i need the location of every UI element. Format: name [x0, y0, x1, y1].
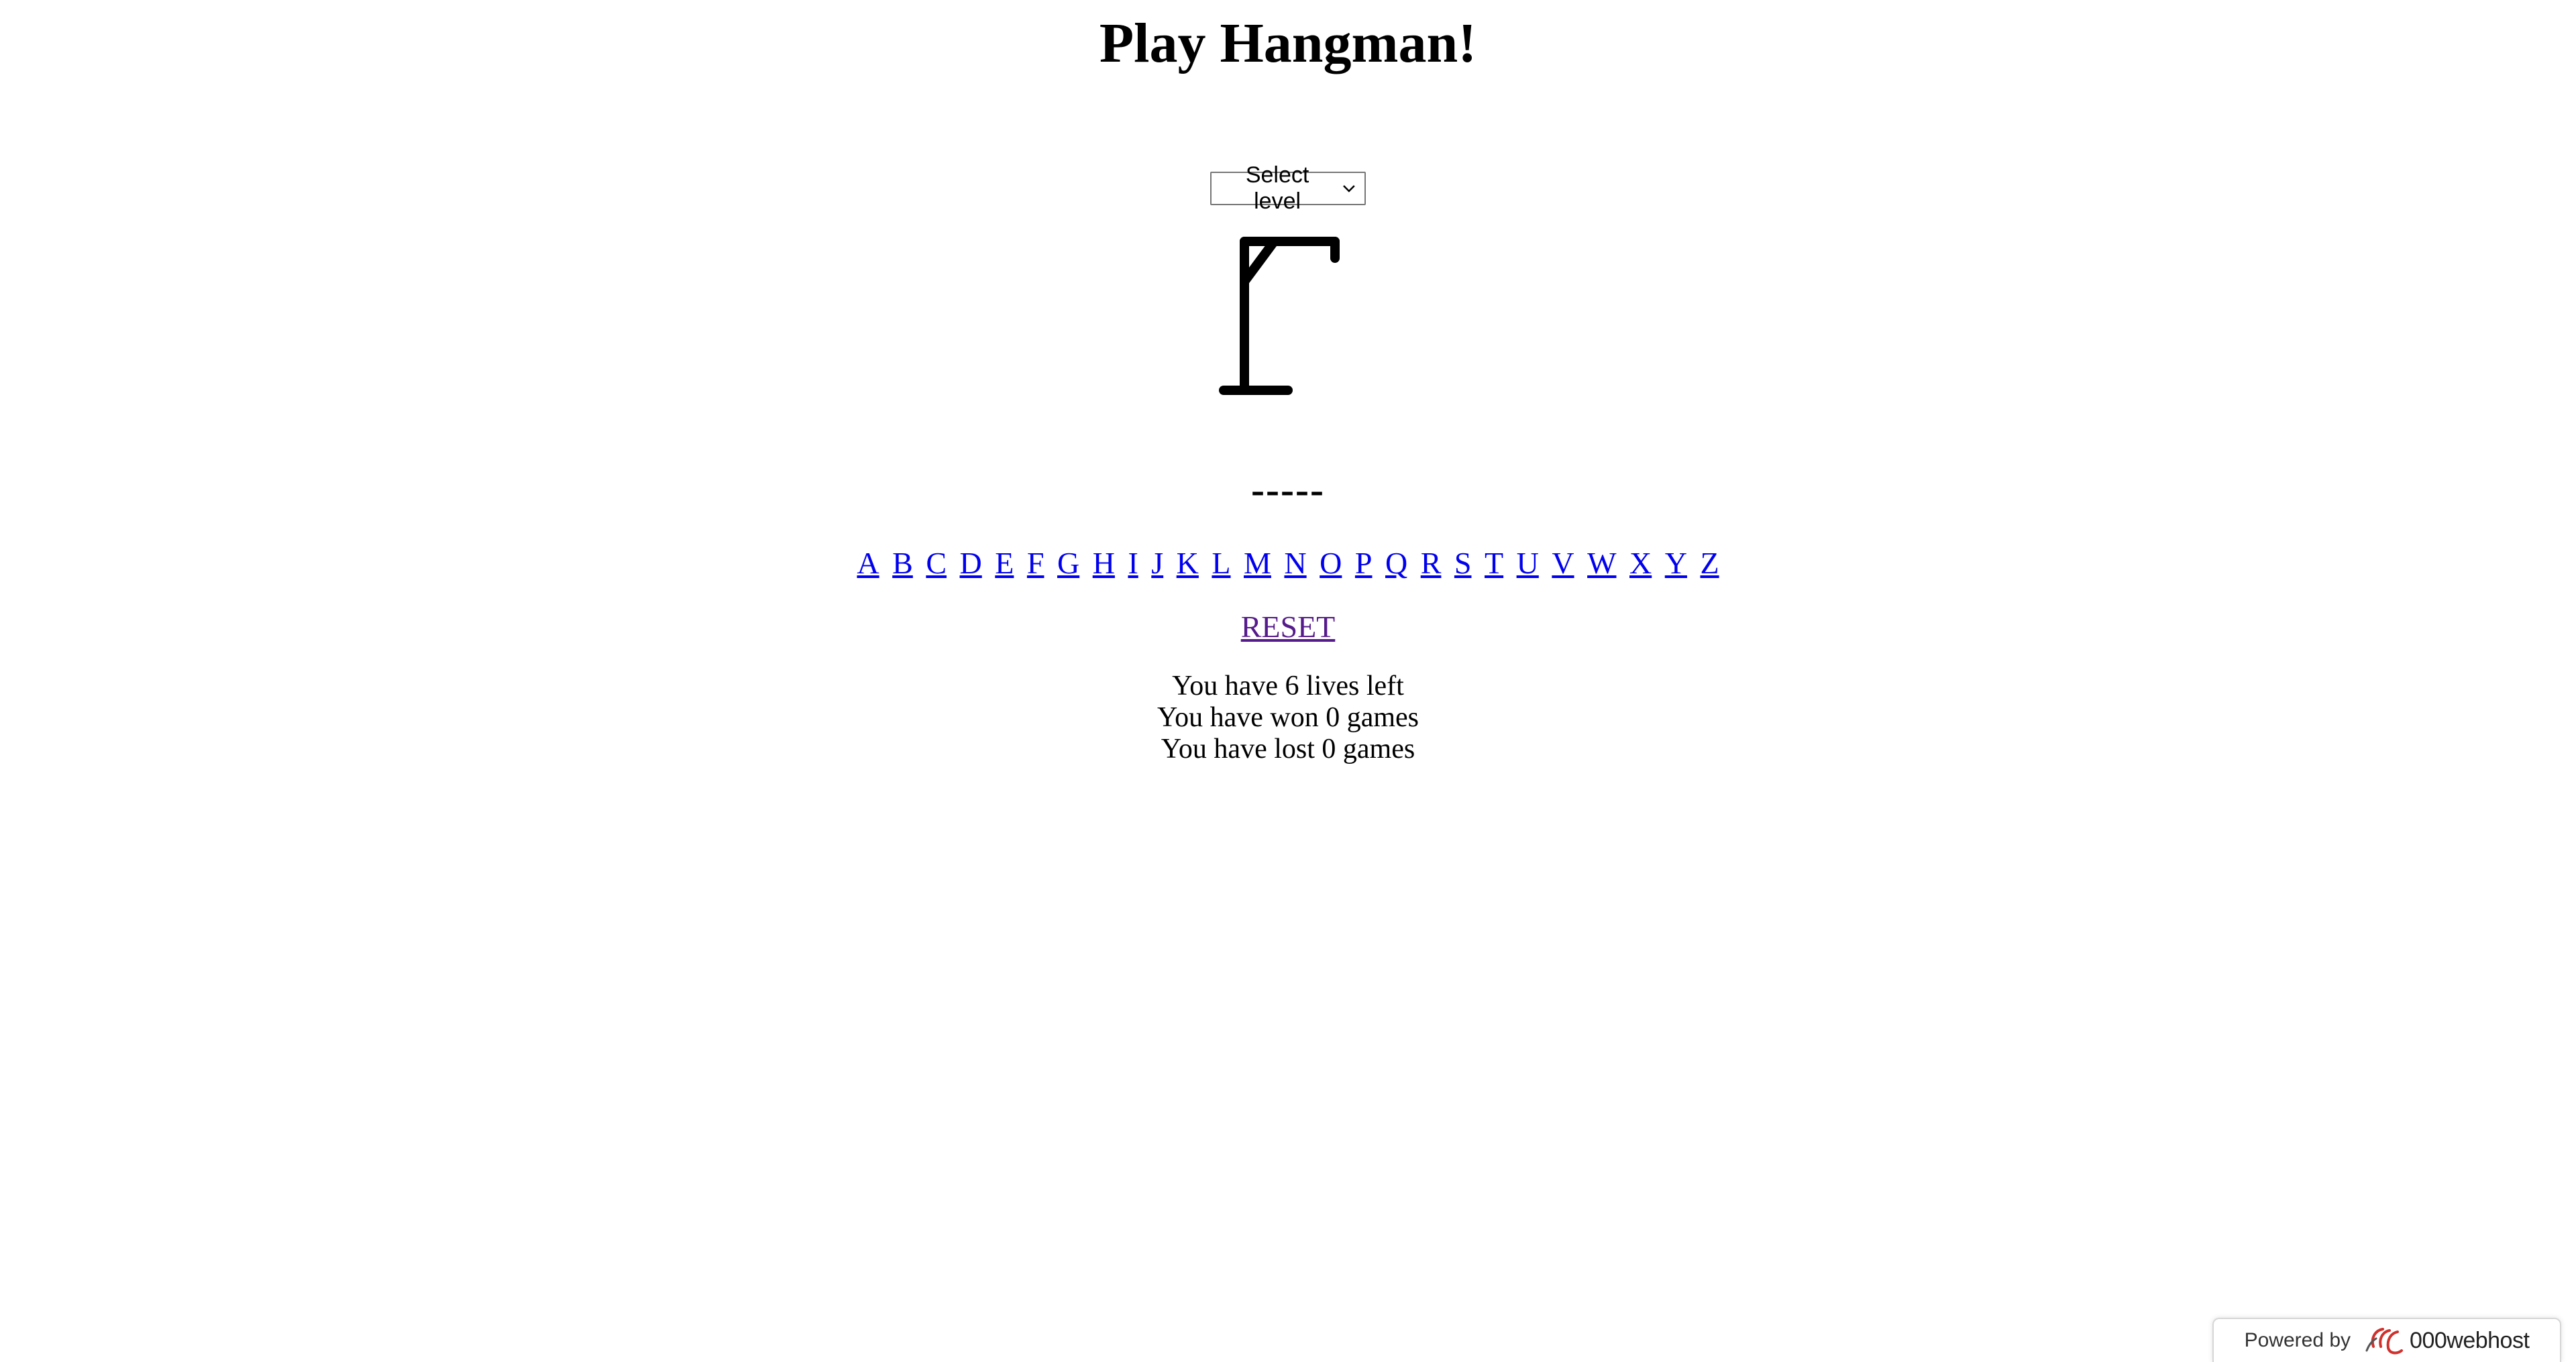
- game-stats: You have 6 lives left You have won 0 gam…: [0, 671, 2576, 765]
- letter-j-link[interactable]: J: [1151, 546, 1163, 580]
- letter-l-link[interactable]: L: [1212, 546, 1230, 580]
- letter-i-link[interactable]: I: [1128, 546, 1138, 580]
- letter-f-link[interactable]: F: [1027, 546, 1044, 580]
- games-lost-text: You have lost 0 games: [1161, 734, 1415, 764]
- letter-y-link[interactable]: Y: [1665, 546, 1687, 580]
- letter-z-link[interactable]: Z: [1700, 546, 1719, 580]
- letter-m-link[interactable]: M: [1244, 546, 1271, 580]
- level-select-value: Select level: [1245, 162, 1309, 214]
- letter-h-link[interactable]: H: [1093, 546, 1115, 580]
- letter-t-link[interactable]: T: [1485, 546, 1503, 580]
- letter-g-link[interactable]: G: [1057, 546, 1079, 580]
- letter-a-link[interactable]: A: [857, 546, 879, 580]
- word-display: -----: [1251, 467, 1325, 512]
- gallows-icon: [1219, 237, 1340, 395]
- letter-e-link[interactable]: E: [995, 546, 1014, 580]
- letter-b-link[interactable]: B: [892, 546, 913, 580]
- letter-c-link[interactable]: C: [926, 546, 947, 580]
- letter-p-link[interactable]: P: [1355, 546, 1373, 580]
- letter-x-link[interactable]: X: [1629, 546, 1652, 580]
- letter-o-link[interactable]: O: [1320, 546, 1342, 580]
- page-title: Play Hangman!: [1099, 12, 1477, 74]
- reset-container: RESET: [0, 607, 2576, 647]
- powered-by-label: Powered by: [2244, 1329, 2351, 1351]
- letter-v-link[interactable]: V: [1552, 546, 1574, 580]
- level-select-container: Select level: [0, 162, 2576, 214]
- letter-d-link[interactable]: D: [960, 546, 982, 580]
- chevron-down-icon: [1343, 185, 1355, 192]
- lives-left-text: You have 6 lives left: [1172, 671, 1404, 701]
- games-won-text: You have won 0 games: [1157, 702, 1419, 733]
- hangman-page: Play Hangman! Select level ----- A B C D…: [0, 0, 2576, 1362]
- level-select[interactable]: Select level: [1210, 162, 1366, 214]
- powered-by-badge[interactable]: Powered by 000webhost: [2212, 1318, 2561, 1362]
- letter-k-link[interactable]: K: [1177, 546, 1199, 580]
- letter-q-link[interactable]: Q: [1385, 546, 1407, 580]
- letter-w-link[interactable]: W: [1587, 546, 1616, 580]
- letter-s-link[interactable]: S: [1454, 546, 1472, 580]
- brand-label: 000webhost: [2410, 1327, 2530, 1353]
- letter-buttons: A B C D E F G H I J K L M N O P Q R S T …: [0, 543, 2576, 583]
- letter-r-link[interactable]: R: [1421, 546, 1442, 580]
- letter-u-link[interactable]: U: [1517, 546, 1539, 580]
- 000webhost-logo-icon: [2365, 1328, 2404, 1355]
- letter-n-link[interactable]: N: [1284, 546, 1306, 580]
- reset-link[interactable]: RESET: [1241, 610, 1336, 644]
